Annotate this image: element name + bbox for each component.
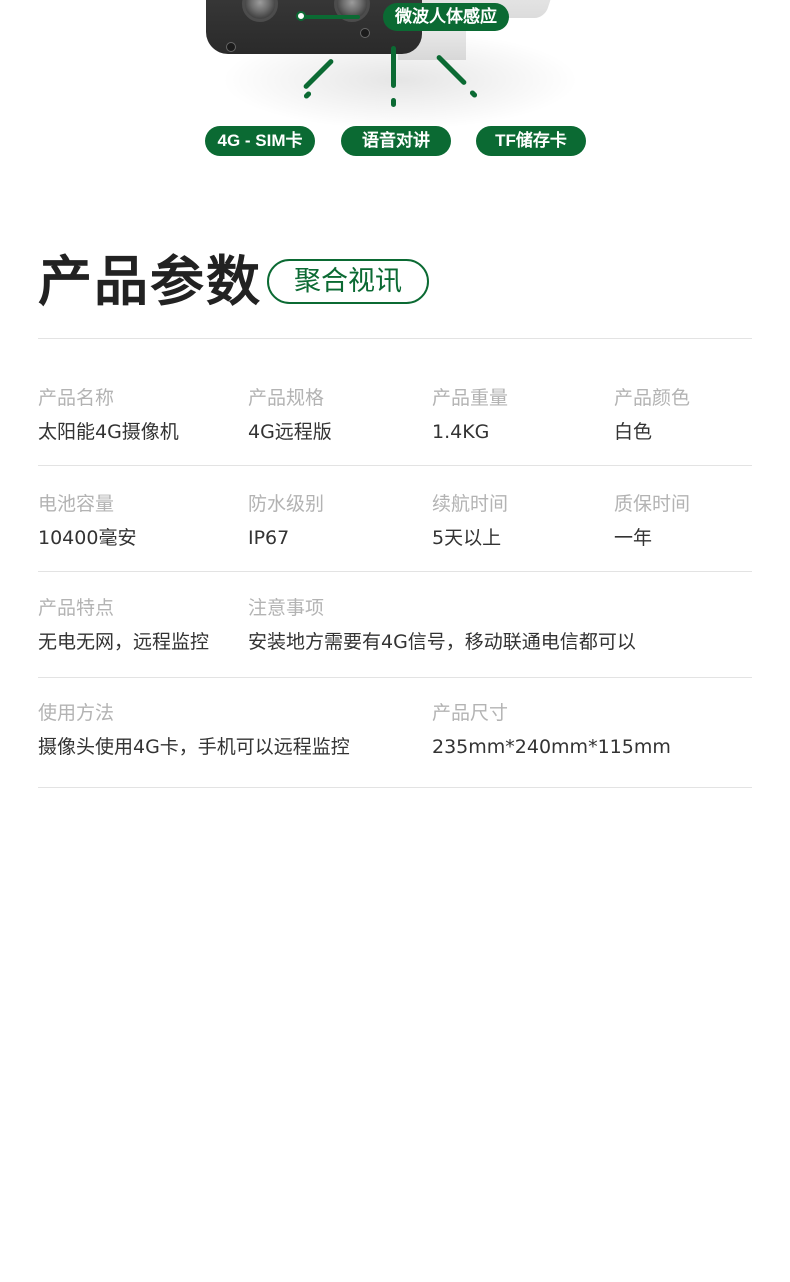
spec-label: 注意事项 (248, 597, 325, 619)
divider (38, 338, 752, 339)
spec-item: 产品颜色 白色 (614, 386, 690, 444)
spec-value: 无电无网，远程监控 (38, 631, 210, 653)
spec-item: 产品名称 太阳能4G摄像机 (38, 386, 179, 444)
spec-value: 白色 (614, 421, 653, 443)
spec-item: 质保时间 一年 (614, 492, 690, 550)
camera-screw (360, 28, 370, 38)
spec-item: 注意事项 安装地方需要有4G信号，移动联通电信都可以 (248, 596, 636, 654)
spec-label: 产品重量 (432, 387, 509, 409)
spec-label: 防水级别 (248, 493, 325, 515)
signal-ray-center (391, 46, 396, 88)
spec-label: 质保时间 (614, 493, 691, 515)
feature-badge-motion: 微波人体感应 (383, 3, 509, 31)
spec-label: 续航时间 (432, 493, 509, 515)
spec-label: 使用方法 (38, 702, 115, 724)
divider (38, 571, 752, 572)
spec-value: IP67 (248, 527, 290, 549)
spec-value: 太阳能4G摄像机 (38, 421, 179, 443)
spec-value: 4G远程版 (248, 421, 332, 443)
divider (38, 677, 752, 678)
feature-badge-tf: TF储存卡 (476, 126, 586, 156)
spec-item: 产品特点 无电无网，远程监控 (38, 596, 209, 654)
signal-ray-center-tip (391, 98, 396, 107)
product-hero: 微波人体感应 4G - SIM卡 语音对讲 TF储存卡 (0, 0, 790, 180)
divider (38, 787, 752, 788)
spec-label: 产品颜色 (614, 387, 691, 409)
spec-label: 产品名称 (38, 387, 115, 409)
brand-badge: 聚合视讯 (267, 259, 429, 304)
spec-label: 产品尺寸 (432, 702, 509, 724)
spec-value: 1.4KG (432, 421, 490, 443)
sensor-pointer-dot (296, 11, 306, 21)
spec-value: 10400毫安 (38, 527, 137, 549)
divider (38, 465, 752, 466)
camera-screw (226, 42, 236, 52)
spec-value: 一年 (614, 527, 653, 549)
feature-badge-sim: 4G - SIM卡 (205, 126, 315, 156)
section-title: 产品参数 (38, 250, 262, 313)
spec-value: 235mm*240mm*115mm (432, 736, 671, 758)
feature-badge-voice: 语音对讲 (341, 126, 451, 156)
spec-value: 5天以上 (432, 527, 502, 549)
spec-item: 产品尺寸 235mm*240mm*115mm (432, 701, 671, 759)
spec-item: 续航时间 5天以上 (432, 492, 508, 550)
sensor-pointer-line (300, 15, 360, 19)
spec-item: 产品规格 4G远程版 (248, 386, 332, 444)
spec-label: 产品特点 (38, 597, 115, 619)
spec-item: 产品重量 1.4KG (432, 386, 508, 444)
spec-label: 电池容量 (38, 493, 115, 515)
spec-item: 防水级别 IP67 (248, 492, 324, 550)
spec-value: 摄像头使用4G卡，手机可以远程监控 (38, 736, 350, 758)
spec-label: 产品规格 (248, 387, 325, 409)
spec-item: 使用方法 摄像头使用4G卡，手机可以远程监控 (38, 701, 350, 759)
spec-item: 电池容量 10400毫安 (38, 492, 136, 550)
spec-value: 安装地方需要有4G信号，移动联通电信都可以 (248, 631, 636, 653)
